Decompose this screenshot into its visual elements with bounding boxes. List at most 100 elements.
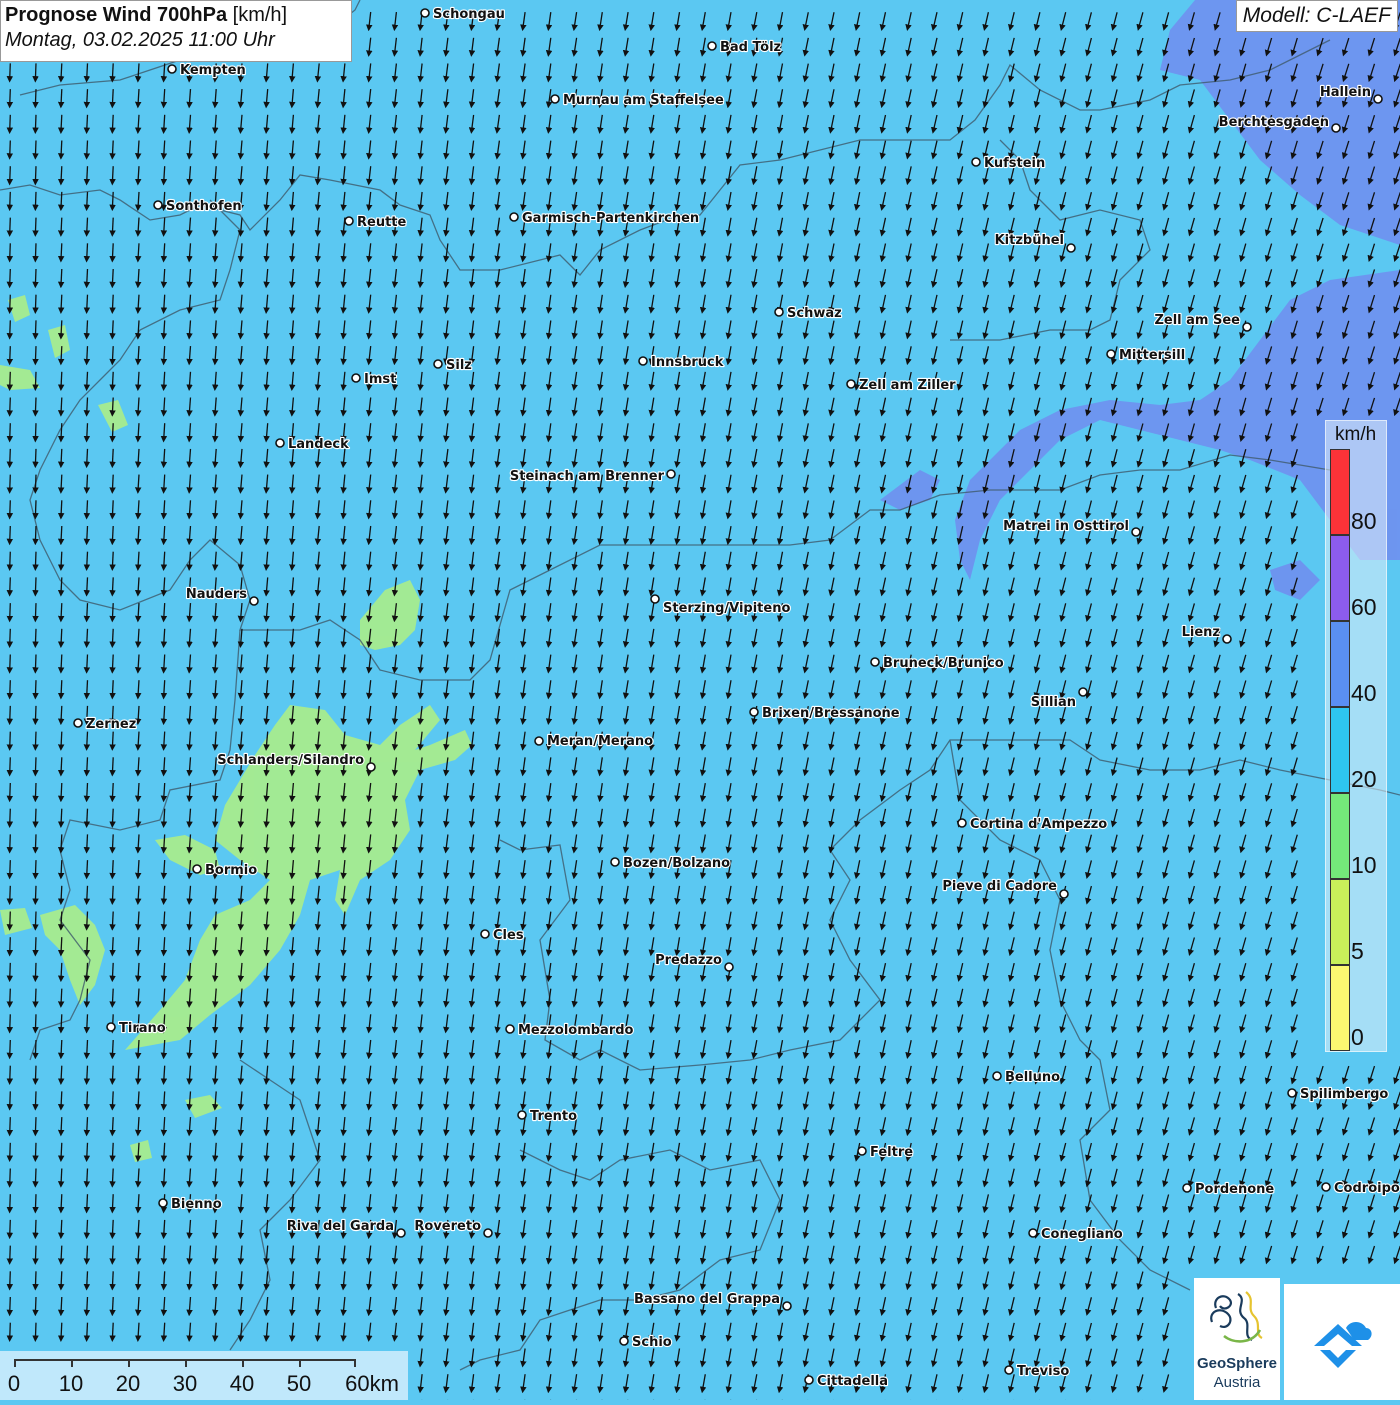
wind-arrow — [112, 115, 113, 131]
scale-label-30: 30 — [173, 1371, 197, 1397]
wind-arrow — [87, 346, 88, 362]
wind-arrow — [61, 475, 62, 491]
wind-arrow — [87, 1194, 88, 1210]
wind-arrow — [87, 603, 88, 619]
legend-swatch-80 — [1330, 449, 1350, 535]
wind-arrow — [10, 218, 11, 234]
legend-swatch-10 — [1330, 793, 1350, 879]
city-spilimbergo[interactable]: Spilimbergo — [1288, 1087, 1388, 1102]
wind-arrow — [35, 552, 36, 568]
app-logo[interactable] — [1284, 1284, 1400, 1400]
geosphere-logo[interactable]: GeoSphere Austria — [1194, 1278, 1280, 1400]
wind-arrow — [112, 655, 113, 671]
wind-arrow — [35, 834, 36, 850]
wind-arrow — [35, 989, 36, 1005]
wind-arrow — [10, 963, 11, 979]
wind-arrow — [87, 1040, 88, 1056]
wind-arrow — [61, 166, 62, 182]
wind-arrow — [61, 989, 62, 1005]
wind-arrow — [10, 809, 11, 825]
wind-arrow — [35, 320, 36, 336]
svg-text:Berchtesgaden: Berchtesgaden — [1219, 115, 1329, 130]
wind-arrow — [87, 115, 88, 131]
wind-arrow — [35, 732, 36, 748]
svg-text:Spilimbergo: Spilimbergo — [1300, 1087, 1388, 1102]
wind-arrow — [112, 423, 113, 439]
wind-arrow — [61, 1014, 62, 1030]
wind-arrow — [35, 141, 36, 157]
wind-arrow — [87, 500, 88, 516]
wind-arrow — [87, 886, 88, 902]
wind-arrow — [61, 732, 62, 748]
wind-arrow — [35, 372, 36, 388]
wind-arrow — [35, 63, 36, 79]
wind-arrow — [61, 834, 62, 850]
city-cittadella[interactable]: Cittadella — [805, 1374, 888, 1389]
city-matrei[interactable]: Matrei in Osttirol — [1003, 519, 1140, 536]
city-kempten[interactable]: Kempten — [168, 63, 246, 78]
wind-arrow — [61, 449, 62, 465]
wind-arrow — [87, 963, 88, 979]
city-innsbruck[interactable]: Innsbruck — [639, 355, 724, 370]
wind-arrow — [112, 218, 113, 234]
wind-arrow — [10, 1220, 11, 1236]
wind-arrow — [61, 1194, 62, 1210]
wind-arrow — [112, 500, 113, 516]
wind-arrow — [61, 1117, 62, 1133]
wind-arrow — [87, 552, 88, 568]
city-sonthofen[interactable]: Sonthofen — [154, 199, 242, 214]
wind-arrow — [112, 1117, 113, 1133]
wind-arrow — [87, 192, 88, 208]
wind-arrow — [10, 346, 11, 362]
wind-arrow — [112, 937, 113, 953]
city-brixen[interactable]: Brixen/Bressanone — [750, 706, 900, 721]
city-schongau[interactable]: Schongau — [421, 7, 505, 22]
wind-arrow — [10, 912, 11, 928]
wind-arrow — [35, 89, 36, 105]
wind-arrow — [35, 655, 36, 671]
city-conegliano[interactable]: Conegliano — [1029, 1227, 1123, 1242]
svg-text:Zell am See: Zell am See — [1154, 313, 1240, 328]
title-datetime: Montag, 03.02.2025 11:00 Uhr — [5, 29, 347, 52]
wind-arrow — [112, 1066, 113, 1082]
city-codroipo[interactable]: Codroipo — [1322, 1181, 1400, 1196]
city-pordenone[interactable]: Pordenone — [1183, 1182, 1274, 1197]
wind-arrow — [10, 1323, 11, 1339]
city-bozen[interactable]: Bozen/Bolzano — [611, 856, 730, 871]
city-cortina[interactable]: Cortina d'Ampezzo — [958, 817, 1107, 832]
city-berchtesgaden[interactable]: Berchtesgaden — [1219, 115, 1340, 132]
wind-arrow — [112, 577, 113, 593]
legend-tick-5: 5 — [1351, 938, 1364, 965]
wind-arrow — [112, 860, 113, 876]
city-zell-am-ziller[interactable]: Zell am Ziller — [847, 378, 956, 393]
wind-arrow — [112, 912, 113, 928]
wind-arrow — [61, 89, 62, 105]
svg-text:Codroipo: Codroipo — [1334, 1181, 1400, 1196]
city-bruneck[interactable]: Bruneck/Brunico — [871, 656, 1004, 671]
wind-arrow — [87, 989, 88, 1005]
wind-arrow — [61, 1091, 62, 1107]
city-murnau[interactable]: Murnau am Staffelsee — [551, 93, 724, 108]
wind-arrow — [35, 1271, 36, 1287]
svg-text:Matrei in Osttirol: Matrei in Osttirol — [1003, 519, 1129, 534]
city-mezzolombardo[interactable]: Mezzolombardo — [506, 1023, 634, 1038]
wind-arrow — [61, 1040, 62, 1056]
wind-arrow — [10, 860, 11, 876]
city-mittersill[interactable]: Mittersill — [1107, 348, 1185, 363]
wind-arrow — [61, 346, 62, 362]
wind-arrow — [35, 1297, 36, 1313]
legend-tick-0: 0 — [1351, 1024, 1364, 1051]
city-meran[interactable]: Meran/Merano — [535, 734, 653, 749]
city-steinach[interactable]: Steinach am Brenner — [510, 469, 675, 484]
svg-text:Brixen/Bressanone: Brixen/Bressanone — [762, 706, 900, 721]
legend-tick-10: 10 — [1351, 852, 1377, 879]
wind-arrow — [61, 423, 62, 439]
legend-tick-40: 40 — [1351, 680, 1377, 707]
wind-arrow — [10, 886, 11, 902]
scale-label-50: 50 — [287, 1371, 311, 1397]
city-garmisch[interactable]: Garmisch-Partenkirchen — [510, 211, 699, 226]
svg-text:Kempten: Kempten — [180, 63, 246, 78]
svg-text:Reutte: Reutte — [357, 215, 407, 230]
wind-arrow — [87, 372, 88, 388]
svg-text:Schio: Schio — [632, 1335, 672, 1350]
